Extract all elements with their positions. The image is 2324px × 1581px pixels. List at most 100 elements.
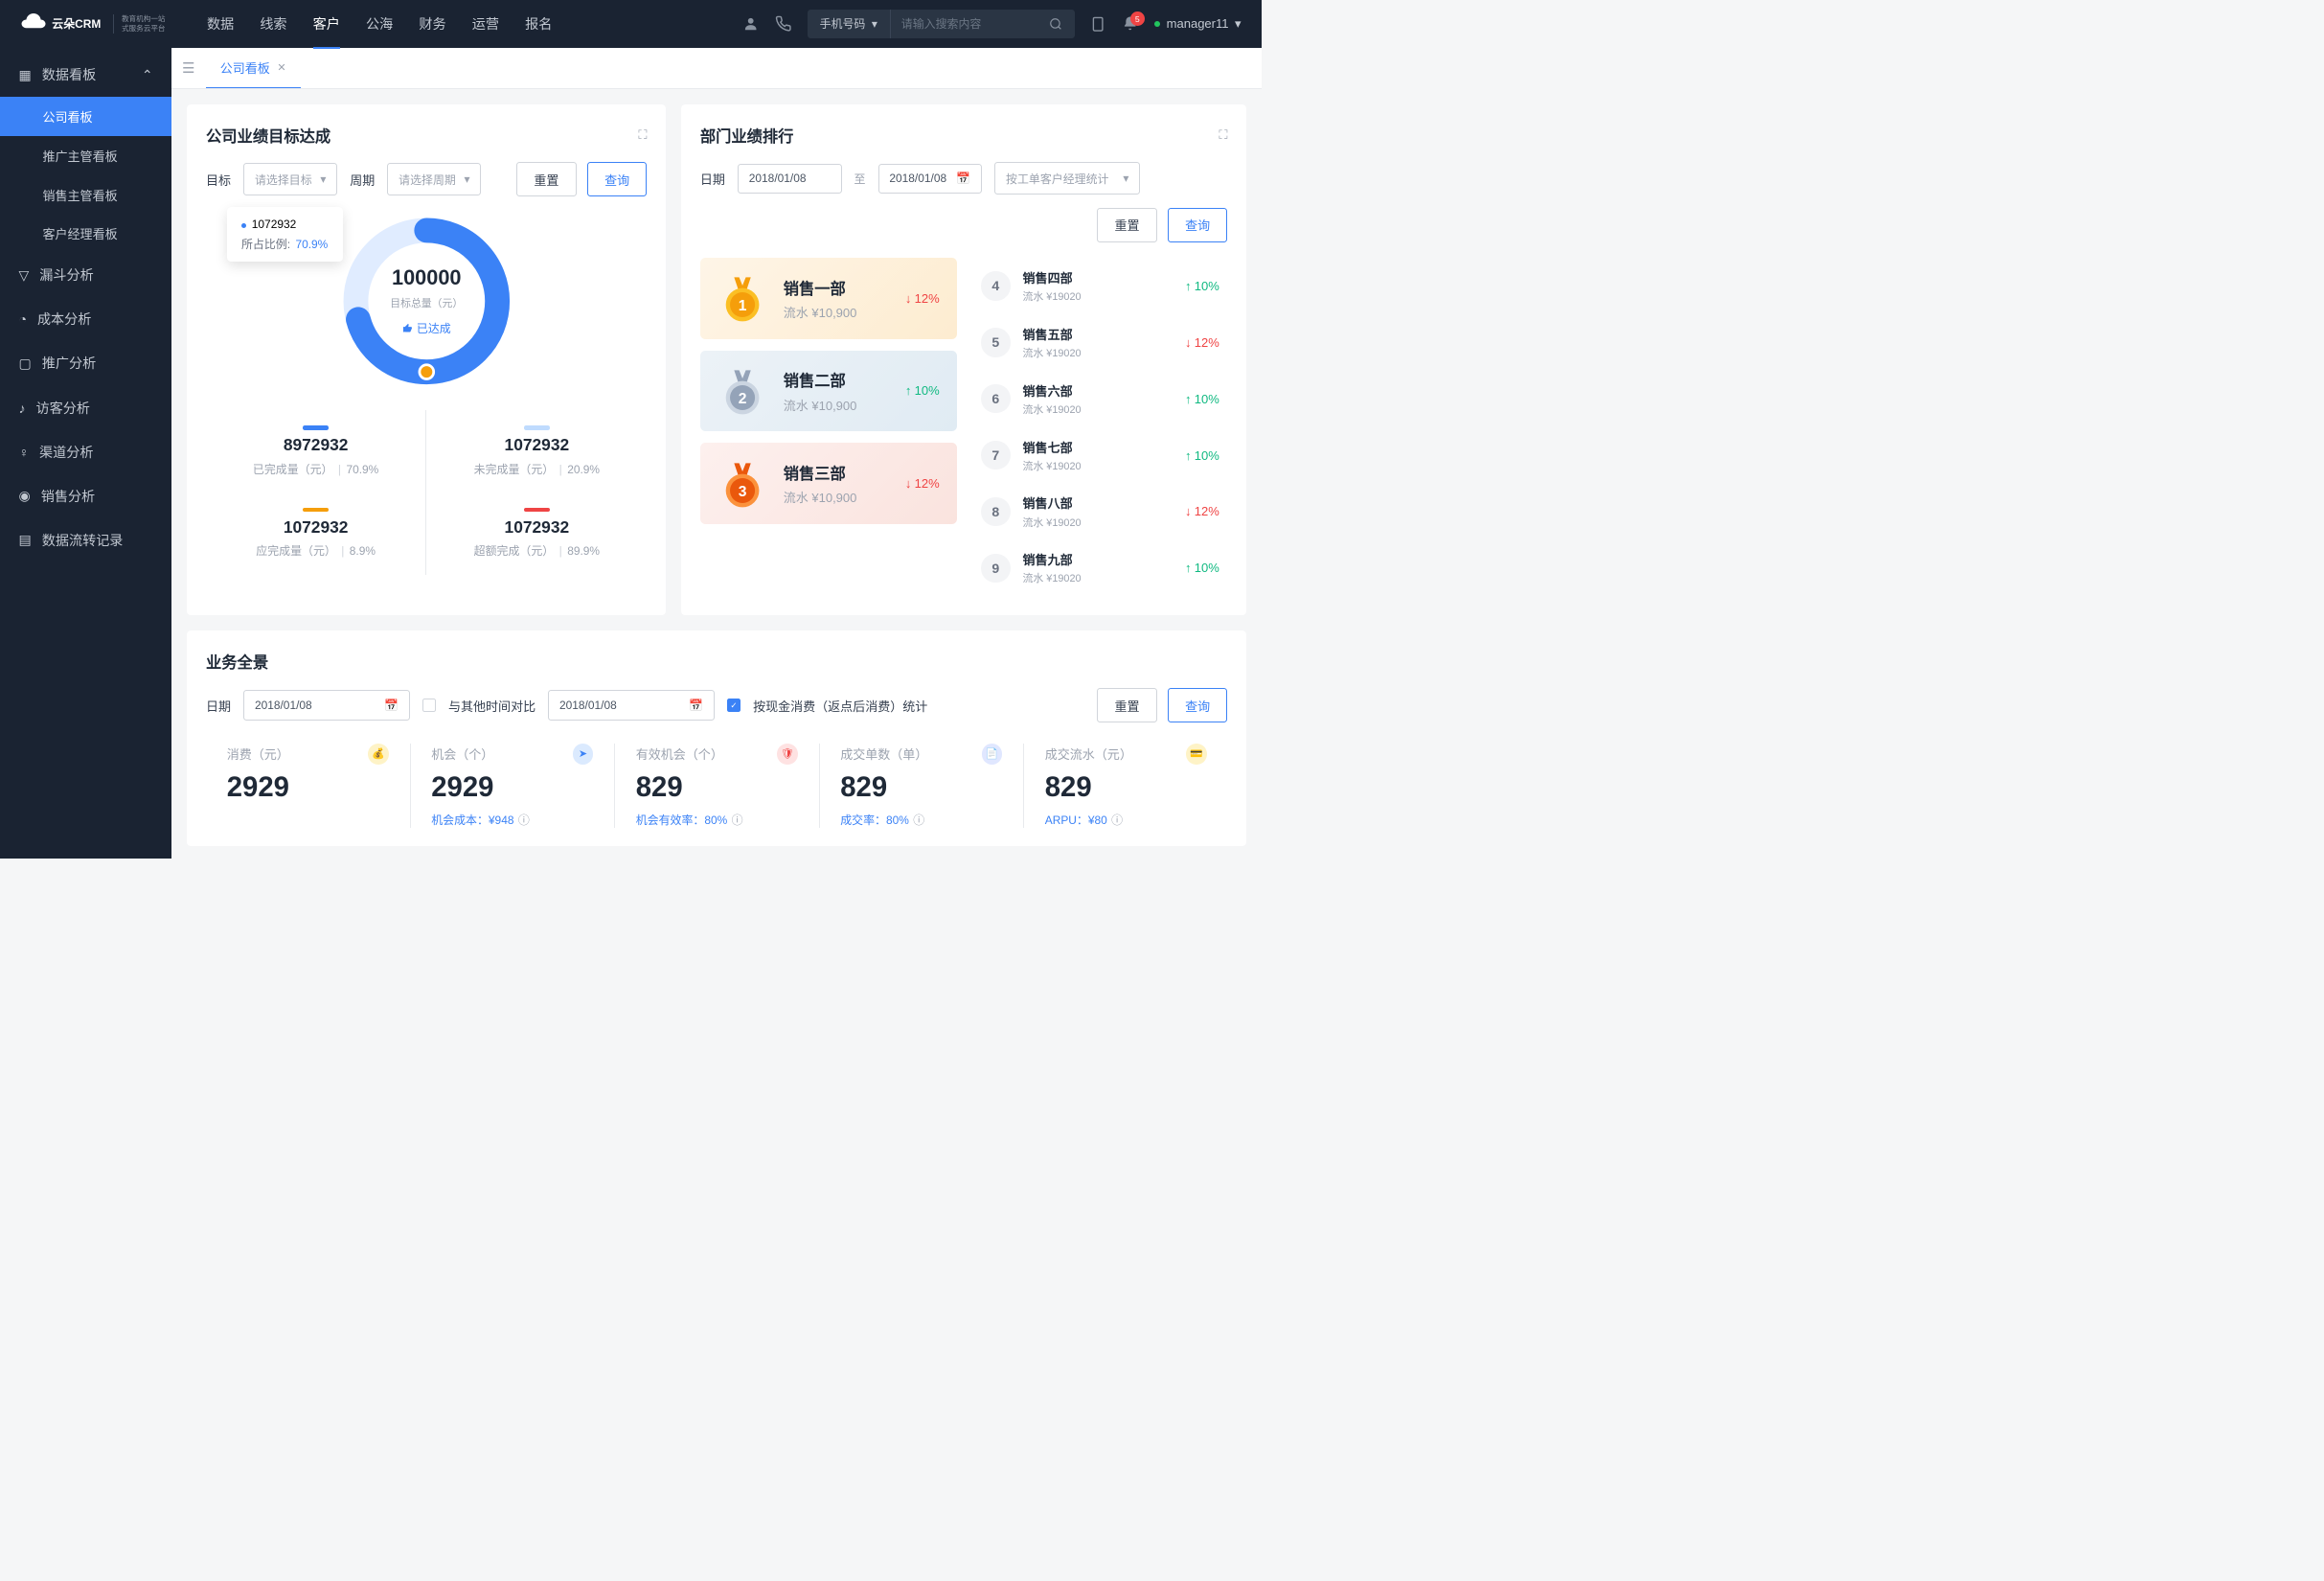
sidebar-item[interactable]: ♪访客分析 (0, 386, 171, 430)
arrow-down-icon: ↓ (1185, 335, 1192, 350)
help-icon[interactable]: ⓘ (518, 812, 530, 828)
stat-value: 1072932 (284, 517, 349, 538)
stat-item: 1072932 超额完成（元）|89.9% (426, 493, 647, 575)
search-button[interactable] (1037, 10, 1075, 38)
metric-label: 成交单数（单） (840, 745, 927, 763)
stat-label: 超额完成（元）|89.9% (474, 542, 600, 559)
query-button[interactable]: 查询 (587, 162, 648, 196)
expand-icon[interactable]: ⛶ (638, 127, 647, 143)
nav-item[interactable]: 客户 (313, 0, 340, 49)
date-from-input[interactable]: 2018/01/08 (738, 164, 842, 194)
rank-sub: 流水 ¥19020 (1023, 401, 1173, 417)
tabs-bar: ☰ 公司看板 ✕ (171, 48, 1262, 89)
sidebar-item[interactable]: ♀渠道分析 (0, 430, 171, 474)
user-icon[interactable] (742, 15, 759, 32)
stat-checkbox[interactable]: ✓ (727, 699, 740, 712)
tab-company-board[interactable]: 公司看板 ✕ (206, 48, 301, 88)
search-input[interactable] (891, 17, 1037, 31)
sidebar-subitem[interactable]: 销售主管看板 (0, 175, 171, 215)
metric-value: 829 (840, 771, 1002, 804)
target-select[interactable]: 请选择目标▾ (243, 163, 337, 195)
thumbs-up-icon (402, 323, 413, 333)
date-input[interactable]: 2018/01/08📅 (243, 690, 410, 720)
chevron-down-icon: ▾ (1123, 172, 1128, 185)
medal-icon: 1 (718, 273, 767, 323)
nav-item[interactable]: 财务 (419, 0, 445, 49)
rank-row[interactable]: 6 销售六部 流水 ¥19020 ↑ 10% (972, 371, 1227, 427)
stat-item: 8972932 已完成量（元）|70.9% (206, 410, 426, 493)
help-icon[interactable]: ⓘ (913, 812, 924, 828)
metric-footer: 机会成本：¥948 ⓘ (431, 812, 593, 828)
reset-button[interactable]: 重置 (1097, 208, 1157, 242)
rank-name: 销售二部 (784, 368, 890, 391)
reset-button[interactable]: 重置 (1097, 688, 1157, 722)
panel-title: 公司业绩目标达成 (206, 124, 330, 147)
help-icon[interactable]: ⓘ (732, 812, 743, 828)
sidebar-subitem[interactable]: 客户经理看板 (0, 215, 171, 254)
sidebar-label: 成本分析 (37, 309, 91, 329)
help-icon[interactable]: ⓘ (1111, 812, 1123, 828)
compare-date-input[interactable]: 2018/01/08📅 (548, 690, 715, 720)
bell-icon[interactable]: 5 (1122, 15, 1138, 32)
compare-checkbox[interactable] (422, 699, 436, 712)
sidebar-item[interactable]: ▢推广分析 (0, 341, 171, 385)
rank-name: 销售五部 (1023, 325, 1173, 343)
nav-item[interactable]: 报名 (525, 0, 552, 49)
sidebar-label: 漏斗分析 (39, 265, 93, 285)
chevron-up-icon: ⌃ (142, 67, 153, 83)
sidebar-icon: ▽ (19, 267, 30, 284)
stat-bar-icon (303, 508, 329, 512)
hamburger-icon[interactable]: ☰ (182, 59, 195, 77)
rank-trend: ↑ 10% (1185, 561, 1219, 575)
rank-row[interactable]: 5 销售五部 流水 ¥19020 ↓ 12% (972, 314, 1227, 371)
rank-row[interactable]: 4 销售四部 流水 ¥19020 ↑ 10% (972, 258, 1227, 314)
chevron-down-icon: ▾ (465, 172, 470, 186)
shield-icon: 🛡 (777, 744, 798, 765)
rank-row[interactable]: 7 销售七部 流水 ¥19020 ↑ 10% (972, 427, 1227, 484)
nav-item[interactable]: 数据 (207, 0, 234, 49)
rank-sub: 流水 ¥19020 (1023, 515, 1173, 530)
sidebar-subitem[interactable]: 公司看板 (0, 97, 171, 136)
sidebar-item[interactable]: ▦ 数据看板 ⌃ (0, 53, 171, 97)
expand-icon[interactable]: ⛶ (1219, 127, 1227, 143)
rank-row[interactable]: 9 销售九部 流水 ¥19020 ↑ 10% (972, 539, 1227, 596)
search-type-select[interactable]: 手机号码▾ (808, 10, 891, 38)
rank-card[interactable]: 1 销售一部 流水 ¥10,900 ↓ 12% (700, 258, 957, 339)
chevron-down-icon: ▾ (872, 17, 877, 31)
sidebar-icon: ▦ (19, 67, 32, 83)
query-button[interactable]: 查询 (1168, 208, 1228, 242)
reset-button[interactable]: 重置 (516, 162, 577, 196)
nav-item[interactable]: 公海 (366, 0, 393, 49)
nav-item[interactable]: 运营 (472, 0, 499, 49)
mobile-icon[interactable] (1090, 15, 1105, 33)
metric-footer: 成交率：80% ⓘ (840, 812, 1002, 828)
rank-trend: ↓ 12% (905, 291, 940, 306)
metric-item: 成交流水（元） 💳 829 ARPU：¥80 ⓘ (1023, 744, 1228, 828)
nav-item[interactable]: 线索 (260, 0, 286, 49)
sidebar-item[interactable]: ▤数据流转记录 (0, 518, 171, 562)
sidebar-icon: ◔ (19, 311, 28, 327)
period-select[interactable]: 请选择周期▾ (387, 163, 481, 195)
rank-name: 销售八部 (1023, 493, 1173, 512)
rank-card[interactable]: 2 销售二部 流水 ¥10,900 ↑ 10% (700, 351, 957, 432)
rank-sub: 流水 ¥19020 (1023, 288, 1173, 304)
user-menu[interactable]: manager11 ▾ (1154, 16, 1242, 32)
sidebar-subitem[interactable]: 推广主管看板 (0, 136, 171, 175)
dot-icon (241, 223, 246, 228)
sidebar-item[interactable]: ◉销售分析 (0, 474, 171, 518)
sidebar-label: 访客分析 (35, 399, 89, 418)
panel-title: 部门业绩排行 (700, 124, 794, 147)
phone-icon[interactable] (775, 15, 791, 32)
query-button[interactable]: 查询 (1168, 688, 1228, 722)
sidebar-item[interactable]: ▽ 漏斗分析 (0, 253, 171, 297)
sidebar-icon: ♀ (19, 445, 30, 460)
logo[interactable]: 云朵CRM 教育机构一站式服务云平台 (21, 13, 166, 34)
rank-trend: ↑ 10% (1185, 448, 1219, 463)
rank-card[interactable]: 3 销售三部 流水 ¥10,900 ↓ 12% (700, 443, 957, 524)
rank-row[interactable]: 8 销售八部 流水 ¥19020 ↓ 12% (972, 484, 1227, 540)
close-icon[interactable]: ✕ (277, 61, 285, 74)
mode-select[interactable]: 按工单客户经理统计▾ (994, 162, 1140, 195)
sidebar-item[interactable]: ◔ 成本分析 (0, 297, 171, 341)
sidebar-label: 数据看板 (42, 65, 96, 84)
date-to-input[interactable]: 2018/01/08📅 (878, 164, 983, 194)
